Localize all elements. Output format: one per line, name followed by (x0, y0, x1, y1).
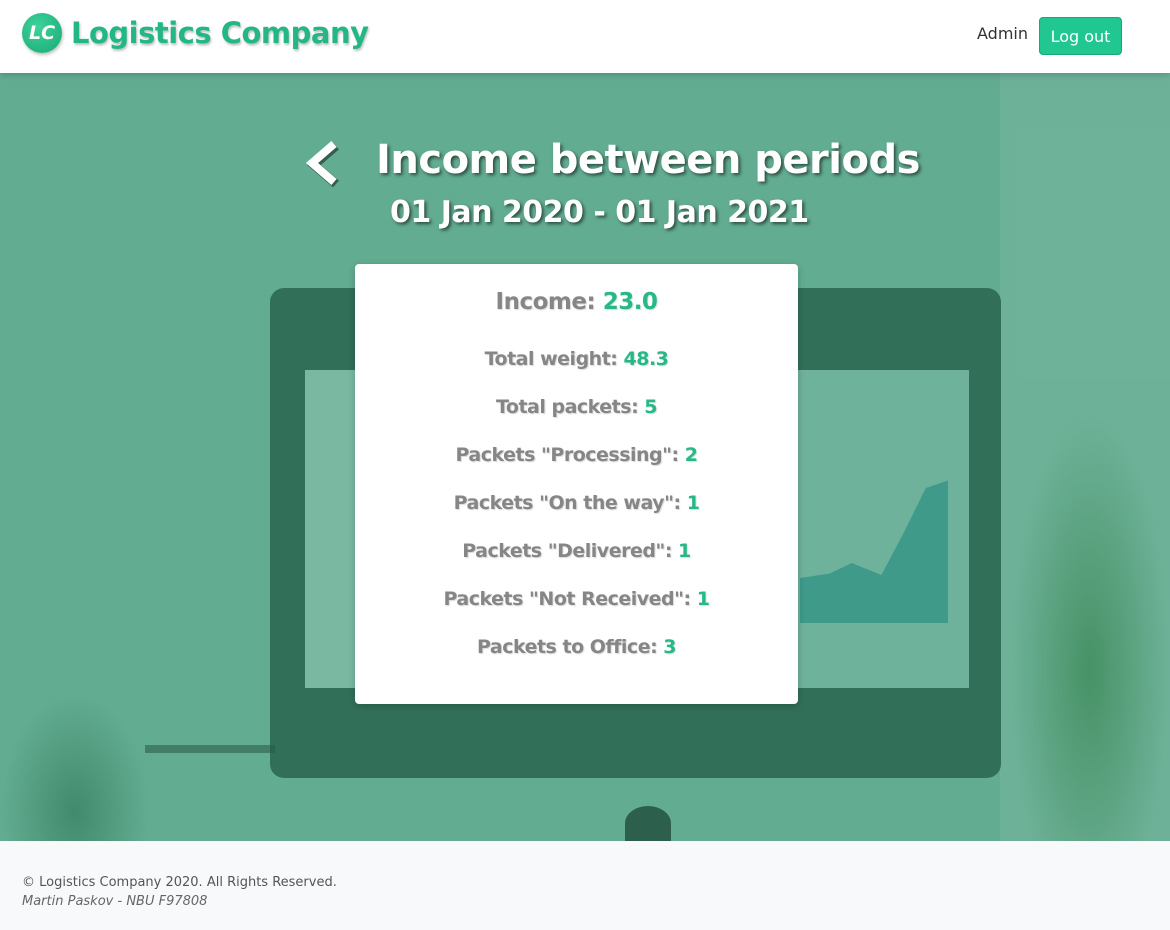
stat-label: Packets "Processing": (455, 444, 685, 466)
stat-packets-to-office: Packets to Office: 3 (355, 636, 798, 658)
hero-section: Income between periods 01 Jan 2020 - 01 … (0, 73, 1170, 841)
stat-label: Packets to Office: (476, 636, 664, 658)
copyright-text: © Logistics Company 2020. All Rights Res… (22, 875, 337, 890)
stat-label: Packets "Delivered": (462, 540, 679, 562)
brand-link[interactable]: LC Logistics Company (22, 13, 369, 53)
stat-total-weight: Total weight: 48.3 (355, 348, 798, 370)
chevron-left-icon[interactable] (300, 138, 344, 188)
stat-value: 1 (678, 540, 691, 562)
stat-label: Total packets: (495, 396, 645, 418)
stat-packets-delivered: Packets "Delivered": 1 (355, 540, 798, 562)
brand-name: Logistics Company (71, 16, 369, 50)
footer: © Logistics Company 2020. All Rights Res… (0, 841, 1170, 930)
stat-label: Packets "Not Received": (443, 588, 697, 610)
top-navbar: LC Logistics Company Admin Log out (0, 0, 1170, 73)
author-text: Martin Paskov - NBU F97808 (22, 894, 208, 909)
stat-value: 3 (663, 636, 677, 658)
stat-packets-not-received: Packets "Not Received": 1 (355, 588, 798, 610)
lc-logo-icon: LC (22, 13, 62, 53)
stat-value: 2 (684, 444, 698, 466)
period-range: 01 Jan 2020 - 01 Jan 2021 (390, 195, 809, 230)
stat-value: 1 (696, 588, 710, 610)
stat-income: Income: 23.0 (355, 289, 798, 315)
stat-packets-on-the-way: Packets "On the way": 1 (355, 492, 798, 514)
page-title: Income between periods (376, 137, 920, 183)
stat-label: Income: (495, 289, 603, 315)
stat-total-packets: Total packets: 5 (355, 396, 798, 418)
stat-label: Packets "On the way": (453, 492, 687, 514)
stat-packets-processing: Packets "Processing": 2 (355, 444, 798, 466)
logout-button[interactable]: Log out (1039, 17, 1122, 55)
income-stats-card: Income: 23.0 Total weight: 48.3 Total pa… (355, 264, 798, 704)
background-stool (145, 745, 275, 841)
stat-value: 5 (644, 396, 658, 418)
background-plant-right (1010, 413, 1170, 841)
background-screen-sidebar (305, 370, 355, 688)
stat-value: 48.3 (623, 348, 669, 370)
admin-link[interactable]: Admin (977, 24, 1028, 43)
stat-value: 23.0 (602, 289, 658, 315)
apple-logo-icon (625, 806, 671, 841)
stat-value: 1 (686, 492, 700, 514)
stat-label: Total weight: (484, 348, 624, 370)
background-plant-left (0, 693, 150, 841)
